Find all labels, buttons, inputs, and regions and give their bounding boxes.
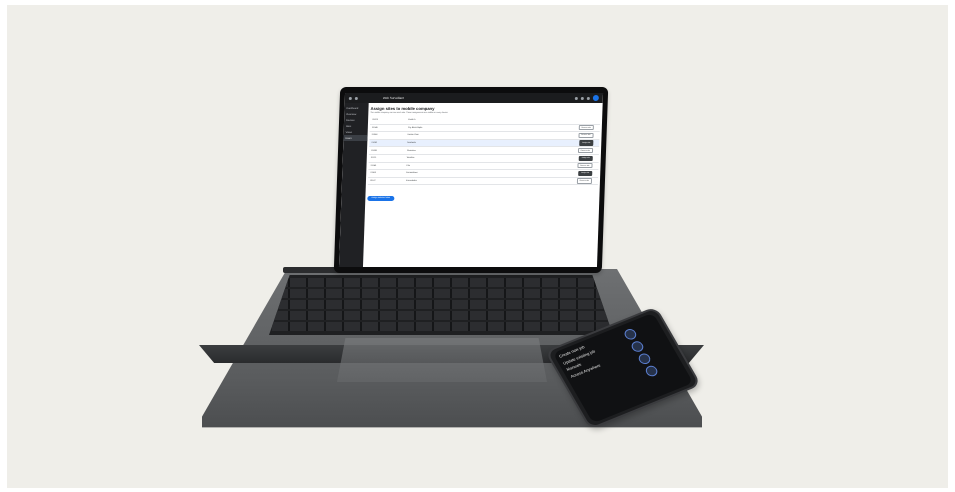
table-row[interactable]: S1099 Riverview Remove site [368, 147, 600, 155]
table-row[interactable]: S1068 Harbor Gate Remove site [369, 132, 600, 140]
remove-site-button[interactable]: Remove site [578, 125, 594, 131]
table-row[interactable]: S1023 Zenith A [369, 117, 601, 125]
table-row-selected[interactable]: S1082 Northside Assign site [369, 139, 600, 148]
site-name: Elm [406, 164, 410, 167]
site-id: S1099 [370, 149, 377, 152]
table-row[interactable]: S1163 Ferrandtown Assign site [368, 170, 599, 178]
laptop-screen: Web Surveillant Dashboard Overview Devic… [338, 93, 604, 267]
assign-site-button[interactable]: Assign site [578, 155, 593, 161]
table-row[interactable]: S1187 Kronenbahn Remove site [367, 177, 599, 186]
assign-site-button[interactable]: Assign site [577, 170, 593, 177]
product-mockup-stage: Web Surveillant Dashboard Overview Devic… [7, 5, 948, 488]
create-job-icon[interactable] [622, 327, 639, 342]
site-id: S1068 [371, 134, 378, 137]
forward-icon[interactable] [354, 96, 358, 100]
site-name: Westline [406, 157, 415, 160]
app-topbar: Web Surveillant [344, 93, 604, 103]
site-id: S1082 [371, 142, 378, 145]
site-id: S1140 [370, 164, 377, 167]
remove-site-button[interactable]: Remove site [578, 132, 594, 139]
settings-icon[interactable] [574, 96, 578, 100]
table-row[interactable]: S1140 Elm Remove site [368, 162, 599, 171]
remove-site-button[interactable]: Remove site [576, 178, 593, 184]
site-name: Kronenbahn [405, 180, 417, 183]
site-name: City Block Alpha [407, 126, 423, 129]
app-title: Web Surveillant [382, 96, 404, 100]
sidebar: Dashboard Overview Devices Sites Views U… [338, 103, 369, 267]
laptop-keyboard [269, 275, 613, 335]
manuals-icon[interactable] [636, 351, 653, 366]
notification-icon[interactable] [580, 96, 584, 100]
site-id: S1187 [369, 180, 376, 183]
site-name: Riverview [406, 149, 416, 152]
site-name: Ferrandtown [406, 172, 418, 175]
site-name: Northside [407, 142, 416, 145]
assign-site-button[interactable]: Assign site [579, 140, 594, 146]
remove-site-button[interactable]: Remove site [577, 163, 593, 169]
site-name: Harbor Gate [407, 134, 419, 137]
laptop-trackpad [337, 338, 547, 382]
main-content: Assign sites to mobile company The mobil… [365, 106, 601, 267]
page-subtitle: The mobile company can see each site. Th… [370, 112, 449, 114]
keyboard-keys [272, 278, 610, 332]
laptop-lid: Web Surveillant Dashboard Overview Devic… [333, 87, 609, 273]
topbar-actions [574, 95, 599, 101]
site-id: S1023 [372, 119, 378, 122]
update-job-icon[interactable] [629, 339, 646, 354]
back-icon[interactable] [348, 96, 352, 100]
access-icon[interactable] [643, 364, 660, 378]
sites-table: S1023 Zenith A S1045 City Block Alpha Re… [367, 117, 601, 186]
site-name: Zenith A [408, 119, 416, 122]
table-row[interactable]: S1121 Westline Assign site [368, 154, 599, 163]
help-icon[interactable] [586, 96, 590, 100]
page-title: Assign sites to mobile company [370, 106, 435, 111]
table-row[interactable]: S1045 City Block Alpha Remove site [369, 124, 600, 133]
site-id: S1045 [371, 126, 378, 129]
site-id: S1163 [370, 172, 376, 175]
remove-site-button[interactable]: Remove site [577, 148, 594, 154]
sidebar-item-users[interactable]: Users [343, 135, 368, 141]
assign-selected-sites-button[interactable]: Assign selected sites [367, 196, 395, 201]
avatar[interactable] [592, 95, 599, 101]
site-id: S1121 [370, 157, 377, 160]
